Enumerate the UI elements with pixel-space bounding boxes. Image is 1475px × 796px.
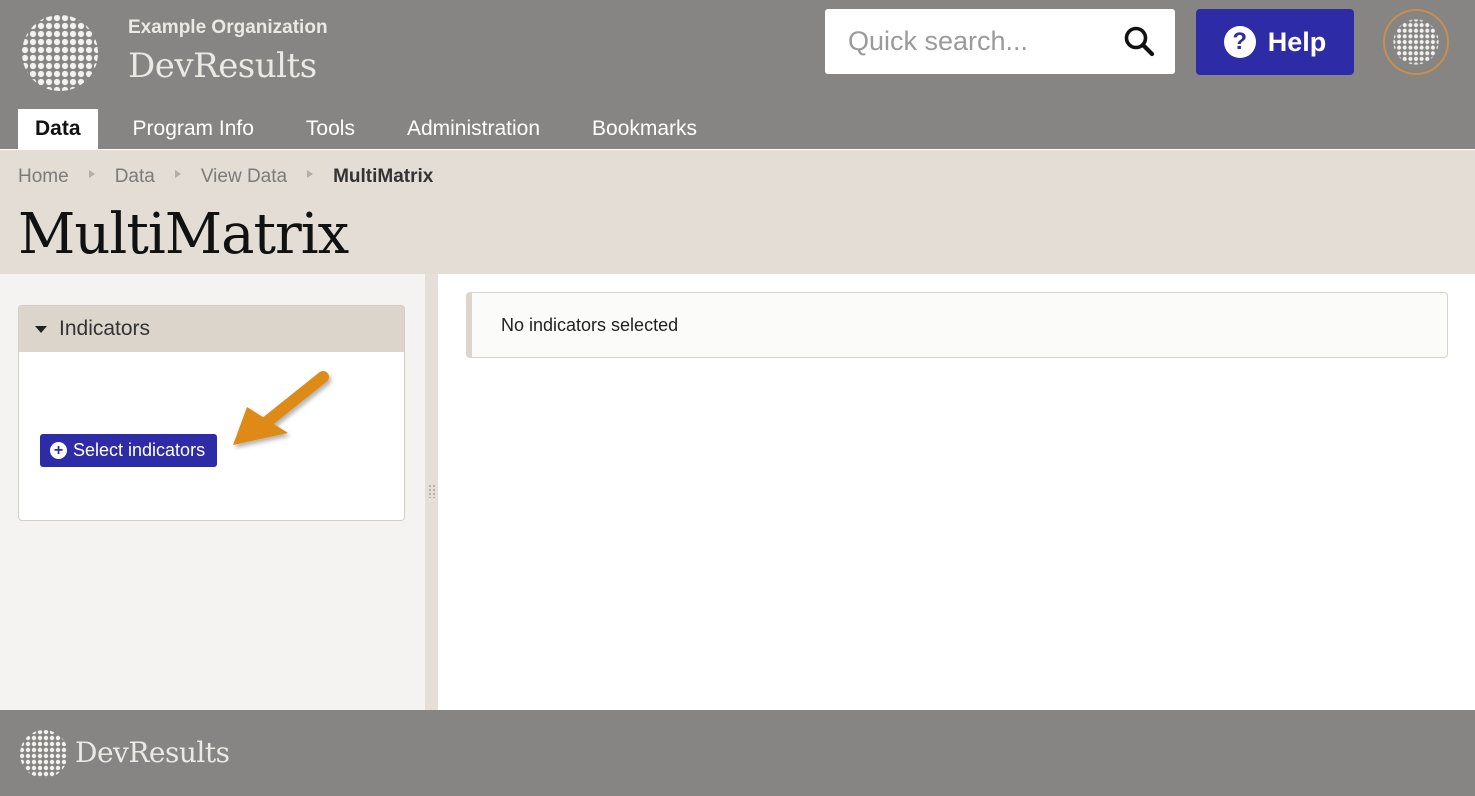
top-header: Example Organization DevResults ? Help D… (0, 0, 1475, 149)
empty-state-notice: No indicators selected (466, 292, 1448, 358)
breadcrumb-separator-icon (307, 170, 314, 178)
footer: DevResults (0, 710, 1475, 796)
footer-globe-logo-icon (20, 730, 68, 778)
brand-name: DevResults (128, 46, 317, 86)
indicators-card-title: Indicators (59, 317, 151, 340)
breadcrumb-view-data[interactable]: View Data (201, 166, 287, 188)
main-content: No indicators selected (438, 274, 1475, 710)
breadcrumb-home[interactable]: Home (18, 166, 69, 188)
tab-tools[interactable]: Tools (289, 109, 372, 149)
panel-splitter[interactable] (425, 274, 438, 710)
breadcrumb-separator-icon (88, 170, 95, 178)
avatar-globe-icon (1385, 11, 1447, 73)
title-band: Home Data View Data MultiMatrix MultiMat… (0, 150, 1475, 274)
tab-bookmarks[interactable]: Bookmarks (575, 109, 714, 149)
select-indicators-button[interactable]: + Select indicators (40, 434, 217, 467)
org-name: Example Organization (128, 17, 328, 38)
breadcrumb: Home Data View Data MultiMatrix (18, 166, 433, 188)
tab-program-info[interactable]: Program Info (116, 109, 271, 149)
indicators-card-header[interactable]: Indicators (19, 306, 404, 352)
page-title: MultiMatrix (18, 202, 349, 267)
indicators-card: Indicators + Select indicators (18, 305, 405, 521)
question-circle-icon: ? (1223, 26, 1256, 58)
help-button[interactable]: ? Help (1196, 9, 1354, 75)
main-nav: Data Program Info Tools Administration B… (18, 109, 732, 149)
annotation-arrow-icon (233, 371, 329, 445)
tab-data[interactable]: Data (18, 109, 98, 149)
left-panel: Indicators + Select indicators (0, 274, 425, 710)
quick-search (825, 9, 1175, 74)
select-indicators-label: Select indicators (73, 440, 206, 460)
help-label: Help (1267, 26, 1327, 57)
search-icon[interactable] (1123, 25, 1155, 57)
user-avatar[interactable] (1383, 9, 1449, 75)
grip-icon (428, 484, 435, 498)
breadcrumb-data[interactable]: Data (115, 166, 155, 188)
globe-logo-icon[interactable] (21, 14, 99, 92)
search-input[interactable] (825, 9, 1115, 74)
breadcrumb-separator-icon (174, 170, 181, 178)
plus-circle-icon: + (50, 442, 67, 459)
footer-brand: DevResults (75, 736, 230, 769)
tab-administration[interactable]: Administration (390, 109, 557, 149)
caret-down-icon (35, 325, 47, 333)
breadcrumb-current: MultiMatrix (333, 166, 434, 187)
